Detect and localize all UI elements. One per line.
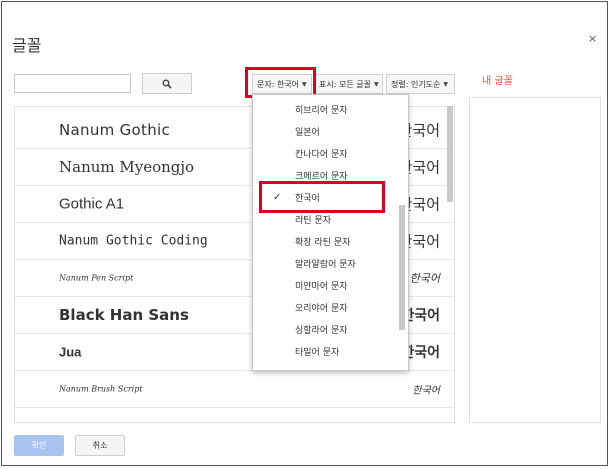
menu-item-label: 크메르어 문자 (295, 171, 348, 182)
font-sample: 한국어 (412, 385, 440, 397)
menu-item-label: 히브리어 문자 (295, 105, 348, 116)
font-name: Gothic A1 (59, 195, 125, 213)
menu-item-selected[interactable]: ✓ 한국어 (253, 186, 398, 208)
show-filter-dropdown[interactable]: 표시: 모든 글꼴 ▼ (314, 74, 383, 94)
script-filter-dropdown[interactable]: 문자: 한국어 ▼ (252, 74, 312, 94)
menu-item-label: 타밀어 문자 (295, 347, 340, 358)
font-list-scrollbar[interactable] (447, 106, 453, 202)
close-icon[interactable]: × (588, 32, 597, 45)
search-icon (162, 79, 172, 89)
menu-item[interactable]: 히브리어 문자 (253, 98, 398, 120)
menu-item[interactable]: 미얀마어 문자 (253, 274, 398, 296)
my-fonts-panel (469, 97, 601, 423)
search-button[interactable] (142, 73, 192, 94)
show-filter-label: 표시: 모든 글꼴 (319, 79, 371, 89)
font-name: Jua (59, 344, 82, 360)
menu-item[interactable]: 일본어 (253, 120, 398, 142)
font-name: Nanum Pen Script (59, 273, 134, 283)
menu-item-label: 오리야어 문자 (295, 303, 348, 314)
font-name: Nanum Gothic (59, 121, 171, 139)
menu-item[interactable]: 확장 라틴 문자 (253, 230, 398, 252)
menu-item[interactable]: 말라얄람어 문자 (253, 252, 398, 274)
chevron-down-icon: ▼ (302, 80, 307, 88)
dialog-title: 글꼴 (12, 36, 42, 55)
menu-item-label: 칸나다어 문자 (295, 149, 348, 160)
ok-button[interactable]: 확인 (14, 435, 64, 456)
font-name: Nanum Brush Script (59, 384, 143, 394)
sort-filter-label: 정렬: 인기도순 (391, 79, 441, 89)
my-fonts-title: 내 글꼴 (482, 76, 513, 87)
font-dialog: 글꼴 × 문자: 한국어 ▼ 표시: 모든 글꼴 ▼ 정렬: 인기도순 ▼ 내 … (1, 1, 608, 466)
script-filter-label: 문자: 한국어 (257, 79, 300, 89)
menu-item-label: 일본어 (295, 127, 320, 138)
menu-item[interactable]: 오리야어 문자 (253, 296, 398, 318)
script-menu: 히브리어 문자 일본어 칸나다어 문자 크메르어 문자 ✓ 한국어 라틴 문자 … (252, 94, 409, 371)
menu-item-label: 라틴 문자 (295, 215, 331, 226)
menu-item-label: 확장 라틴 문자 (295, 237, 351, 248)
menu-item[interactable]: 칸나다어 문자 (253, 142, 398, 164)
menu-item-label: 말라얄람어 문자 (295, 259, 356, 270)
menu-item[interactable]: 싱할라어 문자 (253, 318, 398, 340)
menu-item[interactable]: 크메르어 문자 (253, 164, 398, 186)
menu-item-label: 미얀마어 문자 (295, 281, 348, 292)
menu-item-label: 한국어 (295, 193, 320, 204)
check-icon: ✓ (273, 191, 282, 203)
cancel-button[interactable]: 취소 (75, 435, 125, 456)
menu-item-label: 싱할라어 문자 (295, 325, 348, 336)
font-name: Nanum Gothic Coding (59, 233, 208, 249)
font-sample: 한국어 (409, 272, 440, 285)
font-name: Nanum Myeongjo (59, 158, 195, 176)
font-name: Black Han Sans (59, 306, 189, 324)
menu-item[interactable]: 타밀어 문자 (253, 340, 398, 362)
font-row[interactable]: Nanum Brush Script 한국어 (15, 371, 454, 408)
chevron-down-icon: ▼ (443, 80, 449, 88)
menu-item[interactable]: 라틴 문자 (253, 208, 398, 230)
search-input[interactable] (14, 74, 131, 93)
sort-filter-dropdown[interactable]: 정렬: 인기도순 ▼ (386, 74, 455, 94)
chevron-down-icon: ▼ (373, 80, 379, 88)
menu-scrollbar[interactable] (399, 205, 405, 330)
